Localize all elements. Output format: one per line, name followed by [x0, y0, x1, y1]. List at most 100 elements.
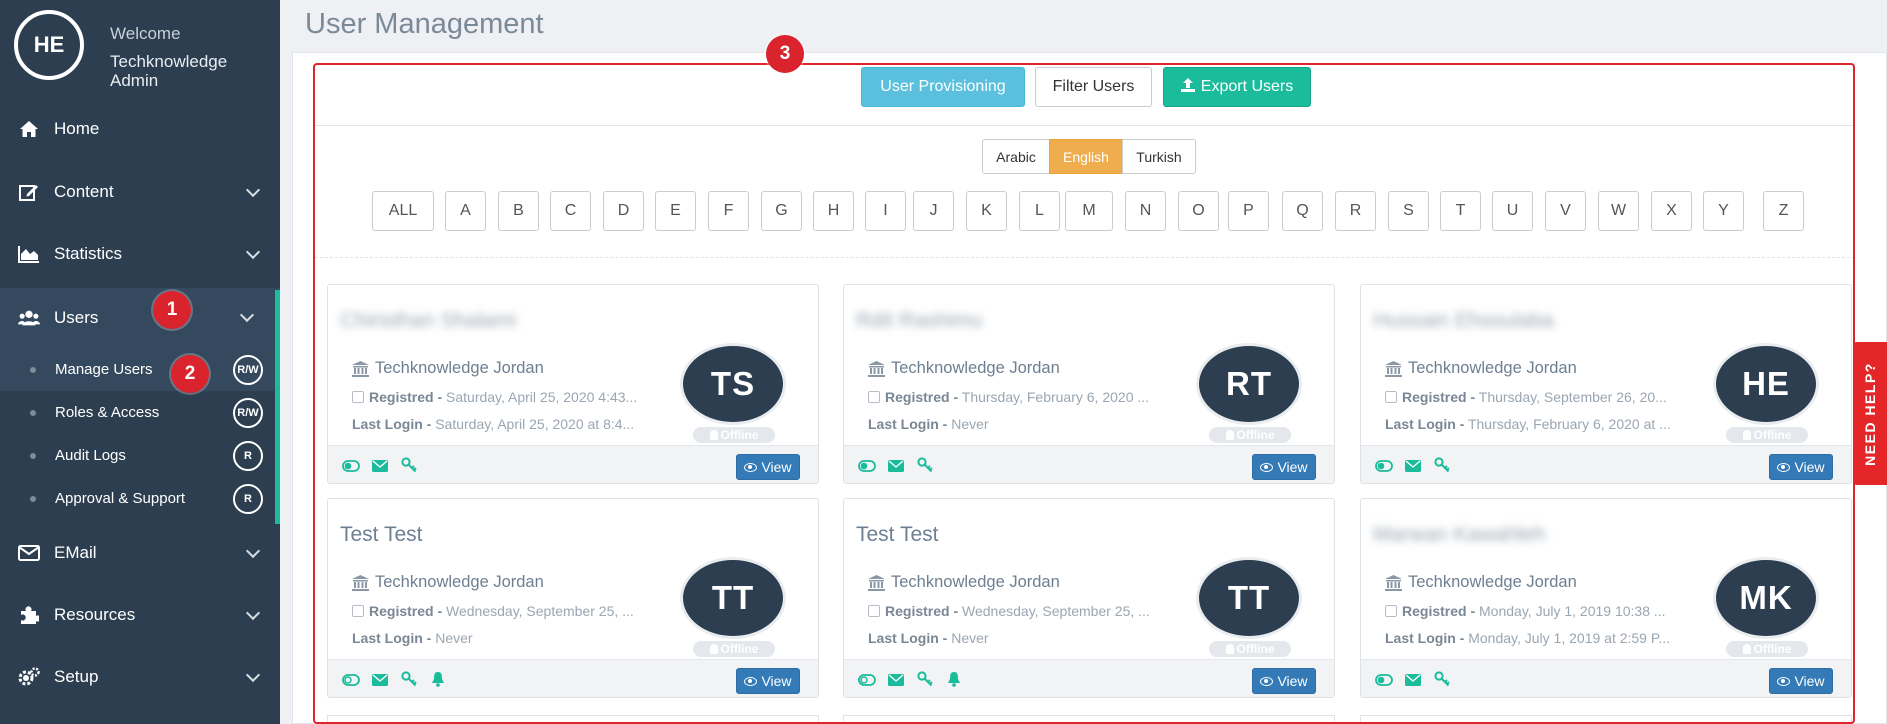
user-card: Marwan Kawahleh Techknowledge Jordan Regis… — [1360, 498, 1852, 698]
export-users-button[interactable]: Export Users — [1163, 67, 1311, 107]
status-badge: Offline — [1209, 427, 1291, 443]
letter-filter-button[interactable]: M — [1065, 191, 1113, 231]
sub-audit-logs[interactable]: Audit Logs R — [0, 434, 275, 477]
toggle-icon[interactable] — [858, 459, 876, 475]
letter-filter-button[interactable]: X — [1651, 191, 1692, 231]
filter-users-button[interactable]: Filter Users — [1035, 67, 1152, 107]
letter-filter-button[interactable]: L — [1019, 191, 1060, 231]
lang-arabic[interactable]: Arabic — [982, 139, 1050, 174]
user-icon — [1225, 644, 1234, 654]
letter-filter-button[interactable]: K — [966, 191, 1007, 231]
letter-filter-button[interactable]: V — [1545, 191, 1586, 231]
letter-filter-button[interactable]: F — [708, 191, 749, 231]
envelope-icon[interactable] — [888, 459, 906, 475]
bullet-icon — [30, 452, 36, 459]
lang-english[interactable]: English — [1049, 139, 1123, 174]
letter-filter-button[interactable]: C — [550, 191, 591, 231]
last-login-value: Never — [951, 416, 989, 432]
bullet-icon — [30, 409, 36, 416]
letter-filter-button[interactable]: S — [1388, 191, 1429, 231]
key-icon[interactable] — [917, 457, 935, 473]
organization: Techknowledge Jordan — [1385, 359, 1577, 378]
letter-filter-button[interactable]: B — [498, 191, 539, 231]
letter-filter-button[interactable]: G — [761, 191, 802, 231]
letter-filter-button[interactable]: I — [865, 191, 906, 231]
lang-turkish[interactable]: Turkish — [1122, 139, 1196, 174]
card-footer: View — [844, 445, 1334, 483]
toggle-icon[interactable] — [342, 459, 360, 475]
letter-filter-button[interactable]: P — [1228, 191, 1269, 231]
chevron-down-icon — [245, 605, 261, 621]
letter-filter-button[interactable]: R — [1335, 191, 1376, 231]
nav-home[interactable]: Home — [0, 100, 280, 158]
status-badge: Offline — [1726, 641, 1808, 657]
nav-setup[interactable]: Setup — [0, 648, 280, 706]
registered-line: Registred - Wednesday, September 25, ... — [868, 603, 1168, 619]
key-icon[interactable] — [401, 457, 419, 473]
view-button[interactable]: View — [1252, 668, 1316, 694]
chevron-down-icon — [245, 182, 261, 198]
user-icon — [1742, 430, 1751, 440]
sub-roles-access[interactable]: Roles & Access R/W — [0, 391, 275, 434]
letter-filter-button[interactable]: T — [1440, 191, 1481, 231]
letter-filter-button[interactable]: W — [1598, 191, 1639, 231]
envelope-icon[interactable] — [1405, 673, 1423, 689]
user-provisioning-button[interactable]: User Provisioning — [861, 67, 1025, 107]
eye-icon — [1260, 462, 1274, 472]
nav-content[interactable]: Content — [0, 163, 280, 221]
letter-filter-button[interactable]: Y — [1703, 191, 1744, 231]
letter-filter-button[interactable]: A — [445, 191, 486, 231]
letter-filter-button[interactable]: H — [813, 191, 854, 231]
nav-resources[interactable]: Resources — [0, 586, 280, 644]
active-accent-bar — [275, 290, 280, 524]
key-icon[interactable] — [1434, 457, 1452, 473]
bell-icon[interactable] — [947, 671, 965, 687]
letter-filter-button[interactable]: D — [603, 191, 644, 231]
nav-setup-label: Setup — [54, 667, 99, 686]
letter-filter-button[interactable]: E — [655, 191, 696, 231]
view-button[interactable]: View — [1252, 454, 1316, 480]
view-button[interactable]: View — [1769, 454, 1833, 480]
dashed-divider — [315, 257, 1855, 258]
toggle-icon[interactable] — [1375, 673, 1393, 689]
card-footer: View — [328, 659, 818, 697]
letter-filter-button[interactable]: O — [1178, 191, 1219, 231]
nav-users[interactable]: Users — [0, 288, 280, 348]
sidebar: HE Welcome Techknowledge Admin Home Cont… — [0, 0, 280, 724]
letter-filter-button[interactable]: J — [913, 191, 954, 231]
envelope-icon[interactable] — [1405, 459, 1423, 475]
letter-filter-button[interactable]: N — [1125, 191, 1166, 231]
sub-manage-users[interactable]: Manage Users R/W — [0, 348, 275, 391]
envelope-icon[interactable] — [372, 673, 390, 689]
letter-filter-button[interactable]: Z — [1763, 191, 1804, 231]
need-help-tab[interactable]: NEED HELP? — [1853, 342, 1887, 485]
key-icon[interactable] — [401, 671, 419, 687]
view-button[interactable]: View — [1769, 668, 1833, 694]
key-icon[interactable] — [1434, 671, 1452, 687]
nav-email-label: EMail — [54, 543, 97, 562]
user-avatar: RT — [1196, 343, 1302, 425]
nav-statistics[interactable]: Statistics — [0, 225, 280, 283]
view-button[interactable]: View — [736, 454, 800, 480]
toggle-icon[interactable] — [858, 673, 876, 689]
envelope-icon[interactable] — [888, 673, 906, 689]
toggle-icon[interactable] — [342, 673, 360, 689]
letter-filter-button[interactable]: U — [1492, 191, 1533, 231]
last-login-value: Never — [951, 630, 989, 646]
user-name: Hussain Ehsoulaba — [1373, 309, 1554, 332]
user-name: Test Test — [856, 523, 939, 546]
letter-filter-button[interactable]: Q — [1282, 191, 1323, 231]
sub-approval-support[interactable]: Approval & Support R — [0, 477, 275, 520]
view-button[interactable]: View — [736, 668, 800, 694]
nav-email[interactable]: EMail — [0, 524, 280, 582]
key-icon[interactable] — [917, 671, 935, 687]
registered-date: Saturday, April 25, 2020 4:43... — [446, 389, 638, 405]
user-card: Test Test Techknowledge Jordan Registred -… — [843, 498, 1335, 698]
envelope-icon[interactable] — [372, 459, 390, 475]
avatar[interactable]: HE — [14, 10, 84, 80]
bank-icon — [352, 574, 369, 591]
toggle-icon[interactable] — [1375, 459, 1393, 475]
letter-filter-all[interactable]: ALL — [372, 191, 434, 231]
sub-label: Manage Users — [55, 361, 153, 378]
bell-icon[interactable] — [431, 671, 449, 687]
